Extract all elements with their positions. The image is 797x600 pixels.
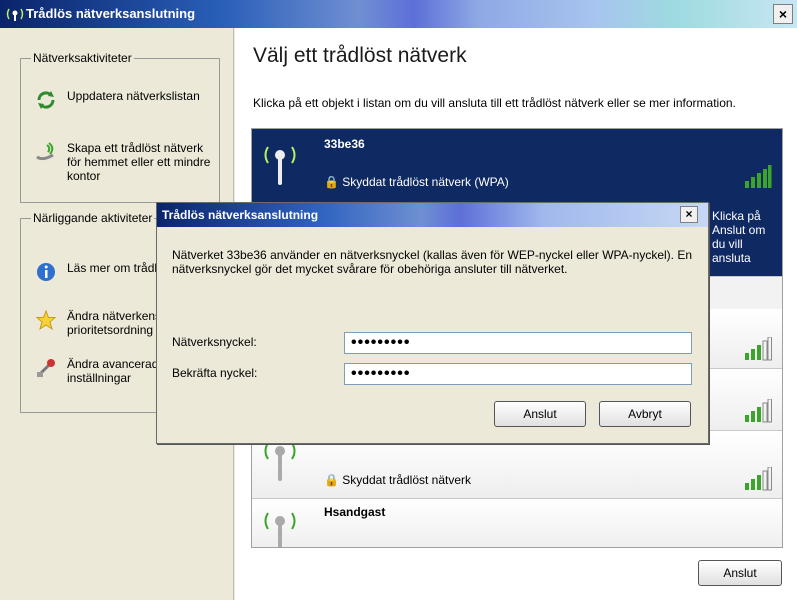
page-title: Välj ett trådlöst nätverk: [253, 44, 467, 67]
task-refresh-list[interactable]: Uppdatera nätverkslistan: [35, 89, 220, 111]
dialog-message: Nätverket 33be36 använder en nätverksnyc…: [172, 248, 693, 276]
dialog-title: Trådlös nätverksanslutning: [162, 208, 319, 222]
task-label: Skapa ett trådlöst nätverk för hemmet el…: [67, 141, 211, 183]
antenna-icon: [262, 507, 298, 547]
wireless-network-icon: [6, 6, 24, 22]
related-tasks-title: Närliggande aktiviteter: [31, 211, 155, 225]
task-create-network[interactable]: Skapa ett trådlöst nätverk för hemmet el…: [35, 141, 220, 183]
confirm-key-label: Bekräfta nyckel:: [172, 366, 258, 380]
info-icon: [35, 261, 57, 283]
dialog-cancel-button[interactable]: Avbryt: [599, 401, 691, 427]
network-key-label: Nätverksnyckel:: [172, 335, 257, 349]
wireless-setup-icon: [35, 141, 57, 163]
refresh-icon: [35, 89, 57, 111]
instruction-text: Klicka på ett objekt i listan om du vill…: [253, 96, 736, 110]
close-window-button[interactable]: ×: [773, 4, 793, 24]
network-tasks-group: Nätverksaktiviteter Uppdatera nätverksli…: [20, 51, 220, 203]
signal-strength-icon: [744, 165, 772, 189]
network-ssid: Hsandgast: [324, 505, 386, 519]
network-security: 🔒 Skyddat trådlöst nätverk (WPA): [324, 175, 509, 189]
star-icon: [35, 309, 57, 331]
lock-icon: 🔒: [324, 175, 339, 189]
connect-button[interactable]: Anslut: [698, 560, 782, 586]
signal-strength-icon: [744, 336, 772, 361]
window-title: Trådlös nätverksanslutning: [26, 6, 196, 21]
window-titlebar: Trådlös nätverksanslutning ×: [0, 0, 797, 28]
network-security: 🔒 Skyddat trådlöst nätverk: [324, 473, 471, 487]
antenna-icon: [262, 141, 298, 187]
signal-strength-icon: [744, 398, 772, 423]
network-key-input[interactable]: •••••••••: [344, 332, 692, 354]
dialog-connect-button[interactable]: Anslut: [494, 401, 586, 427]
security-text: Skyddat trådlöst nätverk: [342, 473, 472, 487]
connect-hint: Klicka på Anslut om du vill ansluta: [712, 209, 766, 265]
confirm-key-input[interactable]: •••••••••: [344, 363, 692, 385]
network-key-dialog: Trådlös nätverksanslutning × Nätverket 3…: [156, 202, 709, 444]
settings-icon: [35, 357, 57, 379]
network-ssid: 33be36: [324, 137, 365, 151]
security-text: Skyddat trådlöst nätverk (WPA): [342, 175, 509, 189]
lock-icon: 🔒: [324, 473, 339, 487]
dialog-titlebar: Trådlös nätverksanslutning ×: [157, 203, 708, 227]
network-item[interactable]: Hsandgast: [252, 499, 782, 547]
signal-strength-icon: [744, 466, 772, 491]
network-tasks-title: Nätverksaktiviteter: [31, 51, 134, 65]
dialog-close-button[interactable]: ×: [680, 206, 698, 223]
task-label: Uppdatera nätverkslistan: [67, 89, 200, 103]
